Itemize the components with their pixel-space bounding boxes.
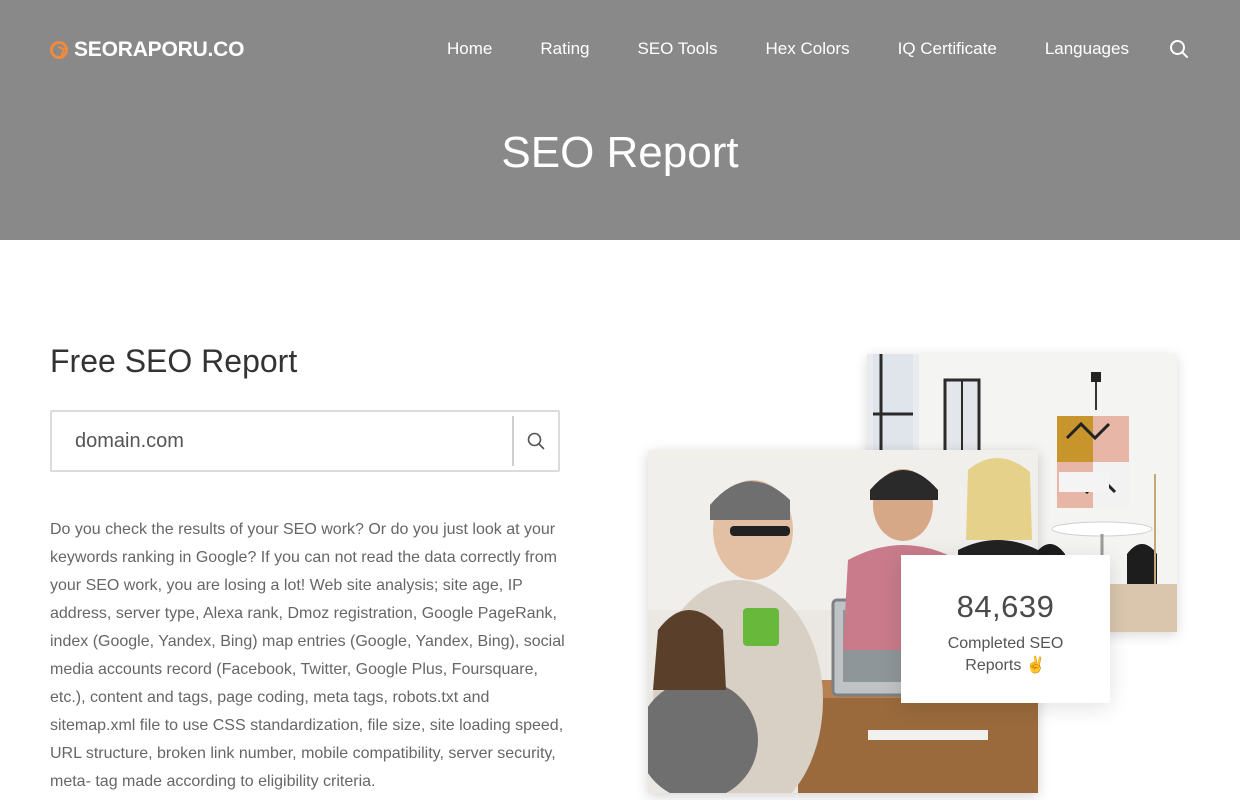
completed-reports-label: Completed SEO Reports ✌️ — [947, 635, 1064, 674]
nav-item-rating[interactable]: Rating — [516, 38, 613, 60]
nav-item-languages[interactable]: Languages — [1021, 38, 1153, 60]
page-title: SEO Report — [501, 128, 739, 177]
domain-search-form — [50, 410, 560, 472]
stats-card: 84,639 Completed SEO Reports ✌️ — [901, 555, 1110, 703]
intro-description: Do you check the results of your SEO wor… — [50, 521, 565, 790]
search-icon — [527, 432, 545, 450]
nav-item-iq-certificate[interactable]: IQ Certificate — [874, 38, 1021, 60]
section-title: Free SEO Report — [50, 343, 298, 379]
nav-search-button[interactable] — [1168, 38, 1190, 60]
site-logo[interactable]: SEORAPORU.CO — [50, 36, 244, 64]
page-header: SEORAPORU.CO Home Rating SEO Tools Hex C… — [0, 0, 1240, 240]
domain-input[interactable] — [52, 412, 512, 470]
nav-item-hex-colors[interactable]: Hex Colors — [742, 38, 874, 60]
logo-text: SEORAPORU.CO — [74, 38, 245, 61]
completed-reports-count: 84,639 — [956, 589, 1055, 624]
nav-item-seo-tools[interactable]: SEO Tools — [614, 38, 742, 60]
search-submit-button[interactable] — [514, 412, 558, 470]
logo-mark-icon — [50, 41, 68, 59]
nav-item-home[interactable]: Home — [423, 38, 516, 60]
main-nav: Home Rating SEO Tools Hex Colors IQ Cert… — [423, 38, 1153, 60]
search-icon — [1170, 40, 1188, 58]
